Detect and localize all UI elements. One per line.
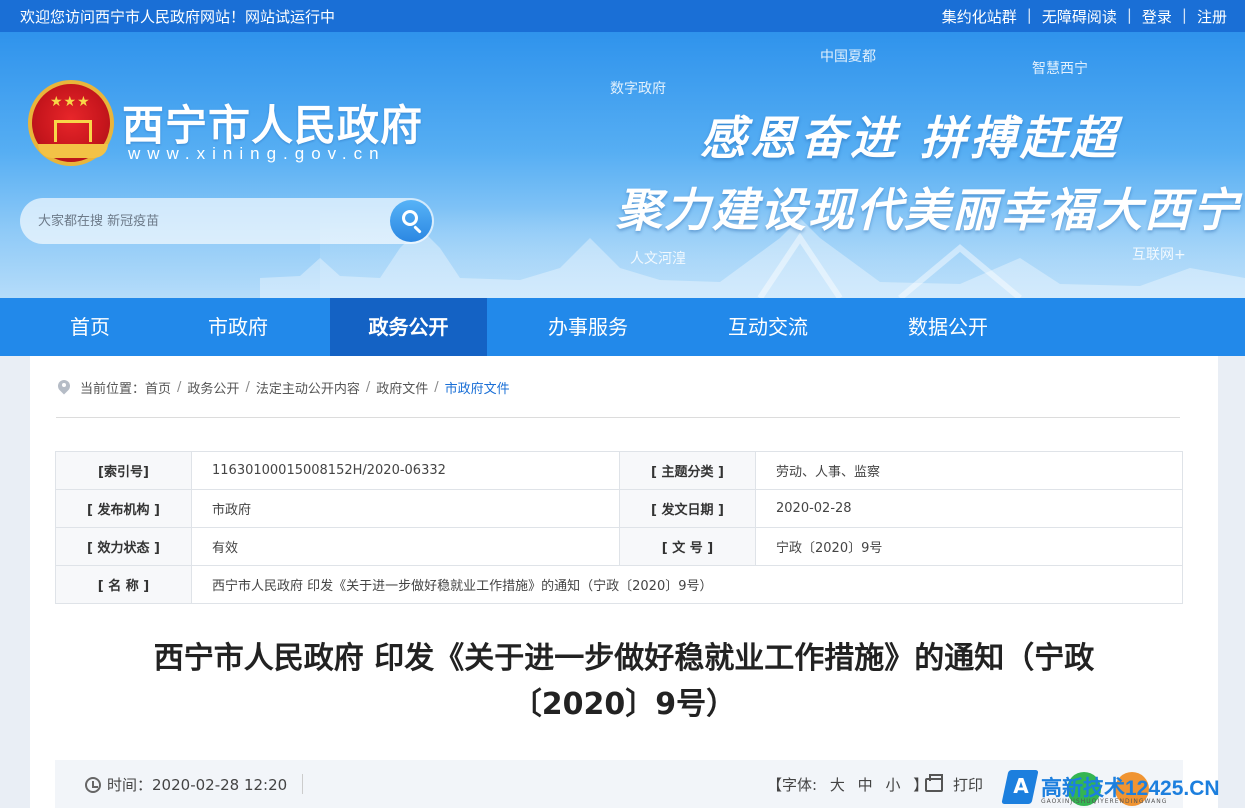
location-pin-icon bbox=[58, 380, 70, 396]
search-button[interactable] bbox=[390, 200, 432, 242]
slogan-line-1: 感恩奋进 拼搏赶超 bbox=[700, 111, 1121, 165]
topic-value: 劳动、人事、监察 bbox=[755, 451, 1183, 490]
document-meta-table: [索引号] 11630100015008152H/2020-06332 [ 主题… bbox=[55, 451, 1183, 604]
font-small-button[interactable]: 小 bbox=[885, 776, 900, 794]
nav-interaction[interactable]: 互动交流 bbox=[698, 298, 838, 356]
nav-services[interactable]: 办事服务 bbox=[518, 298, 658, 356]
watermark-subtext: GAOXINJISHUQIYERENDINGWANG bbox=[1041, 798, 1168, 805]
nav-government-affairs[interactable]: 政务公开 bbox=[330, 298, 487, 356]
search-box bbox=[20, 198, 434, 244]
tag-internet-plus: 互联网+ bbox=[1132, 247, 1186, 263]
breadcrumb-government-affairs[interactable]: 政务公开 bbox=[187, 378, 239, 397]
top-bar: 欢迎您访问西宁市人民政府网站！网站试运行中 集约化站群 | 无障碍阅读 | 登录… bbox=[0, 0, 1245, 32]
org-label: [ 发布机构 ] bbox=[55, 489, 192, 528]
breadcrumb: 当前位置： 首页 / 政务公开 / 法定主动公开内容 / 政府文件 / 市政府文… bbox=[58, 378, 510, 397]
font-size-controls: 【字体: 大 中 小 】 bbox=[767, 774, 936, 795]
status-label: [ 效力状态 ] bbox=[55, 527, 192, 566]
main-nav: 首页 市政府 政务公开 办事服务 互动交流 数据公开 bbox=[0, 298, 1245, 356]
link-site-cluster[interactable]: 集约化站群 bbox=[942, 6, 1017, 27]
tag-smart-xining: 智慧西宁 bbox=[1032, 61, 1088, 77]
search-icon bbox=[402, 210, 418, 226]
link-accessibility[interactable]: 无障碍阅读 bbox=[1042, 6, 1117, 27]
watermark-logo-icon bbox=[1001, 770, 1039, 804]
name-label: [ 名 称 ] bbox=[55, 565, 192, 604]
breadcrumb-separator: / bbox=[177, 380, 182, 395]
welcome-text: 欢迎您访问西宁市人民政府网站！网站试运行中 bbox=[20, 8, 336, 26]
docno-value: 宁政〔2020〕9号 bbox=[755, 527, 1183, 566]
table-row: [索引号] 11630100015008152H/2020-06332 [ 主题… bbox=[55, 451, 1183, 490]
table-row: [ 名 称 ] 西宁市人民政府 印发《关于进一步做好稳就业工作措施》的通知（宁政… bbox=[55, 565, 1183, 604]
nav-city-government[interactable]: 市政府 bbox=[178, 298, 298, 356]
date-label: [ 发文日期 ] bbox=[619, 489, 756, 528]
time-value: 2020-02-28 12:20 bbox=[152, 775, 288, 794]
breadcrumb-prefix: 当前位置： bbox=[80, 382, 146, 397]
name-value: 西宁市人民政府 印发《关于进一步做好稳就业工作措施》的通知（宁政〔2020〕9号… bbox=[191, 565, 1183, 604]
topic-label: [ 主题分类 ] bbox=[619, 451, 756, 490]
breadcrumb-separator: / bbox=[245, 380, 250, 395]
separator: | bbox=[1126, 6, 1132, 24]
publish-time: 时间： 2020-02-28 12:20 bbox=[85, 774, 287, 795]
gate-icon bbox=[54, 120, 92, 142]
index-value: 11630100015008152H/2020-06332 bbox=[191, 451, 620, 490]
breadcrumb-statutory-content[interactable]: 法定主动公开内容 bbox=[256, 378, 360, 397]
print-button[interactable]: 打印 bbox=[925, 773, 984, 795]
font-medium-button[interactable]: 中 bbox=[858, 776, 873, 794]
national-emblem-icon: ★★★ bbox=[28, 80, 114, 166]
breadcrumb-separator: / bbox=[434, 380, 439, 395]
breadcrumb-government-documents[interactable]: 政府文件 bbox=[376, 378, 428, 397]
separator: | bbox=[1026, 6, 1032, 24]
stars-icon: ★★★ bbox=[50, 94, 91, 110]
org-value: 市政府 bbox=[191, 489, 620, 528]
separator: | bbox=[1181, 6, 1187, 24]
content-panel: 当前位置： 首页 / 政务公开 / 法定主动公开内容 / 政府文件 / 市政府文… bbox=[30, 356, 1218, 808]
font-large-button[interactable]: 大 bbox=[830, 776, 845, 794]
clock-icon bbox=[85, 776, 101, 793]
nav-open-data[interactable]: 数据公开 bbox=[878, 298, 1018, 356]
link-login[interactable]: 登录 bbox=[1142, 6, 1172, 27]
tag-culture: 人文河湟 bbox=[630, 251, 686, 267]
search-input[interactable] bbox=[38, 210, 378, 232]
date-value: 2020-02-28 bbox=[755, 489, 1183, 528]
slogan-line-2: 聚力建设现代美丽幸福大西宁 bbox=[616, 183, 1240, 237]
table-row: [ 效力状态 ] 有效 [ 文 号 ] 宁政〔2020〕9号 bbox=[55, 527, 1183, 566]
docno-label: [ 文 号 ] bbox=[619, 527, 756, 566]
index-label: [索引号] bbox=[55, 451, 192, 490]
tag-summer-capital: 中国夏都 bbox=[820, 49, 876, 65]
site-url: www.xining.gov.cn bbox=[128, 144, 386, 163]
printer-icon bbox=[925, 773, 943, 792]
print-label: 打印 bbox=[953, 776, 984, 794]
breadcrumb-current[interactable]: 市政府文件 bbox=[445, 378, 510, 397]
breadcrumb-home[interactable]: 首页 bbox=[145, 378, 171, 397]
nav-home[interactable]: 首页 bbox=[30, 298, 150, 356]
divider bbox=[56, 417, 1180, 418]
ribbon-icon bbox=[38, 144, 108, 158]
time-label: 时间： bbox=[107, 776, 153, 794]
status-value: 有效 bbox=[191, 527, 620, 566]
link-register[interactable]: 注册 bbox=[1197, 6, 1227, 27]
top-links: 集约化站群 | 无障碍阅读 | 登录 | 注册 bbox=[942, 6, 1227, 27]
document-title: 西宁市人民政府 印发《关于进一步做好稳就业工作措施》的通知（宁政〔2020〕9号… bbox=[153, 641, 1095, 722]
watermark: 高新技术12425.CN GAOXINJISHUQIYERENDINGWANG bbox=[1001, 768, 1245, 808]
header-banner: ★★★ 西宁市人民政府 www.xining.gov.cn 中国夏都 数字政府 … bbox=[0, 32, 1245, 298]
breadcrumb-separator: / bbox=[365, 380, 371, 395]
font-label-open: 【字体: bbox=[767, 776, 818, 794]
table-row: [ 发布机构 ] 市政府 [ 发文日期 ] 2020-02-28 bbox=[55, 489, 1183, 528]
tag-digital-gov: 数字政府 bbox=[610, 81, 666, 97]
divider bbox=[302, 774, 303, 794]
